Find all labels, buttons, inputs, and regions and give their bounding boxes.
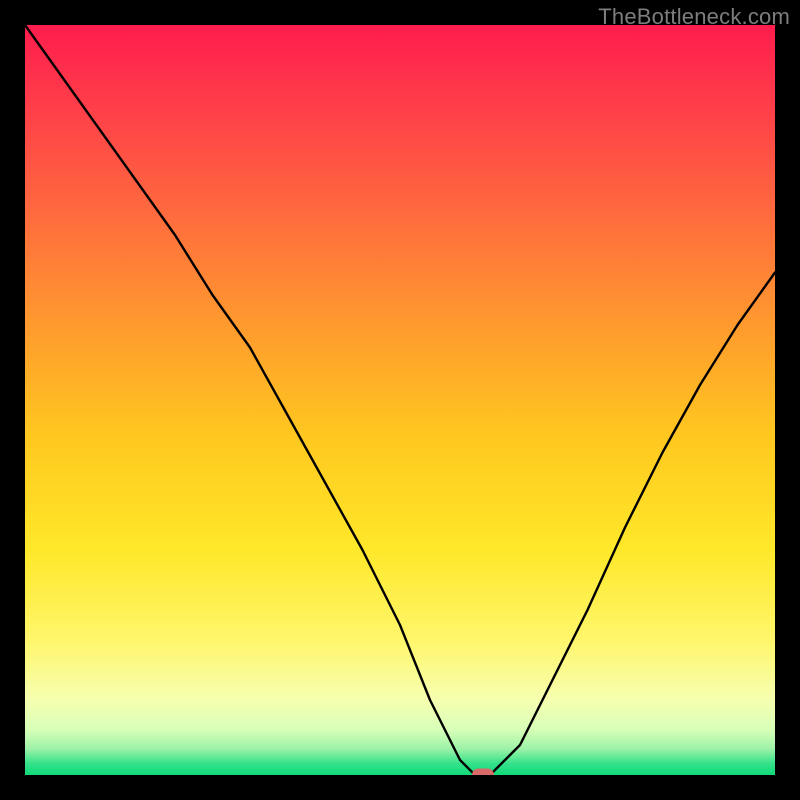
optimal-marker <box>472 769 494 776</box>
chart-stage: TheBottleneck.com <box>0 0 800 800</box>
plot-area <box>25 25 775 775</box>
bottleneck-curve <box>25 25 775 775</box>
attribution-text: TheBottleneck.com <box>598 4 790 30</box>
